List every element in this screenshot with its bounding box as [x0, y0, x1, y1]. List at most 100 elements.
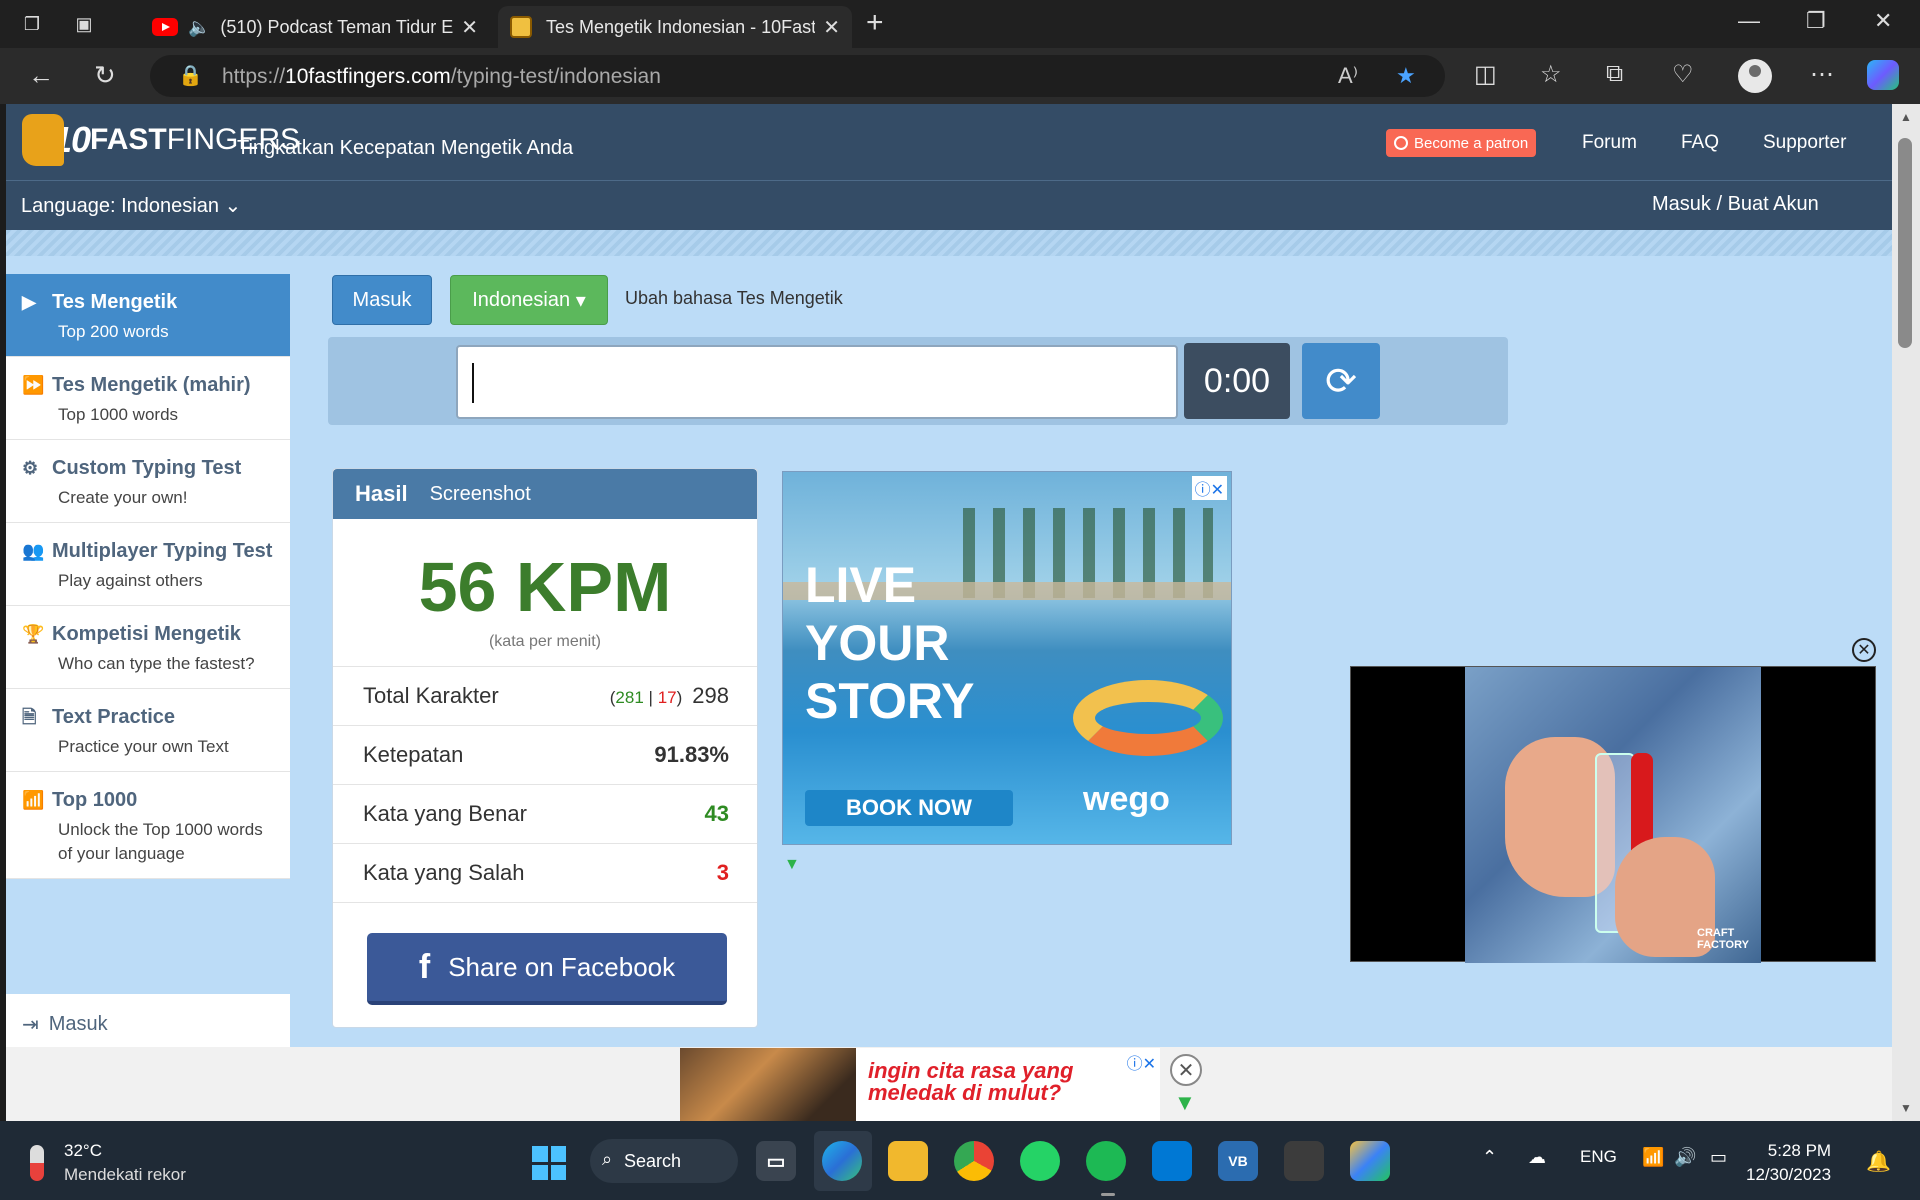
taskbar-clock[interactable]: 5:28 PM 12/30/2023	[1746, 1139, 1831, 1187]
header-stripe	[6, 230, 1892, 256]
onedrive-icon[interactable]: ☁	[1528, 1147, 1546, 1168]
split-screen-icon[interactable]: ◫	[1474, 60, 1497, 89]
battery-icon[interactable]: ▭	[1710, 1147, 1727, 1168]
vertical-tabs-icon[interactable]: ▣	[70, 10, 98, 38]
url-text[interactable]: https://10fastfingers.com/typing-test/in…	[222, 65, 661, 89]
visual-basic-icon[interactable]: VB	[1218, 1141, 1258, 1181]
collections-icon[interactable]: ⧉	[1606, 60, 1623, 88]
whatsapp-icon[interactable]	[1020, 1141, 1060, 1181]
notification-bell-icon[interactable]: 🔔	[1866, 1149, 1891, 1174]
more-menu-icon[interactable]: ⋯	[1810, 60, 1834, 89]
nav-supporter[interactable]: Supporter	[1763, 132, 1846, 154]
sidebar-item-custom-test[interactable]: ⚙ Custom Typing Test Create your own!	[6, 440, 290, 523]
sidebar-item-top-1000[interactable]: 📶 Top 1000 Unlock the Top 1000 words of y…	[6, 772, 290, 879]
restore-icon[interactable]: ❐	[1806, 8, 1826, 34]
unity-icon[interactable]	[1284, 1141, 1324, 1181]
ad-swim-ring	[1073, 680, 1223, 756]
close-tab-icon[interactable]: ✕	[823, 15, 840, 40]
scroll-up-icon[interactable]: ▲	[1900, 110, 1912, 124]
logo-hand-icon	[22, 114, 64, 166]
page-scrollbar[interactable]: ▲ ▼	[1892, 104, 1920, 1121]
close-window-icon[interactable]: ✕	[1874, 8, 1892, 34]
profile-avatar[interactable]	[1738, 59, 1772, 93]
edge-icon[interactable]	[822, 1141, 862, 1181]
reload-button[interactable]: ⟳	[1302, 343, 1380, 419]
ad-brand: wego	[1083, 780, 1170, 818]
ad-close-icon[interactable]: ⓘ✕	[1191, 476, 1227, 500]
volume-icon[interactable]: 🔊	[1674, 1147, 1696, 1168]
sidebar-login[interactable]: ⇥ Masuk	[6, 994, 290, 1054]
tab-screenshot[interactable]: Screenshot	[430, 483, 531, 506]
thermometer-icon	[30, 1145, 44, 1181]
scrollbar-thumb[interactable]	[1898, 138, 1912, 348]
vscode-icon[interactable]	[1152, 1141, 1192, 1181]
weather-widget[interactable]: 32°C Mendekati rekor	[30, 1141, 186, 1185]
refresh-icon[interactable]: ↻	[94, 60, 116, 90]
users-icon: 👥	[22, 541, 45, 561]
bottom-ad-text: ingin cita rasa yang meledak di mulut?	[868, 1058, 1074, 1105]
ad-book-now-button[interactable]: BOOK NOW	[805, 790, 1013, 826]
taskbar-search[interactable]: ⌕ Search	[590, 1139, 738, 1183]
task-view-icon[interactable]: ▭	[756, 1141, 796, 1181]
sidebar-item-typing-test[interactable]: ▶ Tes Mengetik Top 200 words	[6, 274, 290, 357]
become-patron-button[interactable]: Become a patron	[1386, 129, 1537, 157]
video-close-icon[interactable]: ✕	[1852, 638, 1876, 662]
back-icon[interactable]: ←	[28, 60, 54, 90]
address-bar[interactable]: 🔒 https://10fastfingers.com/typing-test/…	[150, 55, 1445, 97]
search-icon: ⌕	[602, 1149, 613, 1169]
result-row-accuracy: Ketepatan 91.83%	[333, 726, 757, 785]
tab-podcast[interactable]: 🔈 (510) Podcast Teman Tidur E ✕	[140, 6, 490, 48]
favorites-icon[interactable]: ☆	[1540, 60, 1562, 89]
workspaces-icon[interactable]: ❐	[18, 10, 46, 38]
start-button[interactable]	[532, 1146, 566, 1180]
floating-video-player[interactable]: CRAFT FACTORY	[1350, 666, 1876, 963]
video-brand: CRAFT FACTORY	[1697, 927, 1749, 951]
spotify-icon[interactable]	[1086, 1141, 1126, 1181]
tray-overflow-icon[interactable]: ⌃	[1482, 1147, 1497, 1168]
minimize-icon[interactable]: —	[1738, 8, 1760, 34]
nav-forum[interactable]: Forum	[1582, 132, 1637, 154]
browser-essentials-icon[interactable]: ♡	[1672, 60, 1694, 89]
login-register-link[interactable]: Masuk / Buat Akun	[1652, 193, 1819, 216]
sidebar-item-competition[interactable]: 🏆 Kompetisi Mengetik Who can type the fas…	[6, 606, 290, 689]
file-explorer-icon[interactable]	[888, 1141, 928, 1181]
share-facebook-button[interactable]: f Share on Facebook	[367, 933, 727, 1005]
new-tab-icon[interactable]: +	[866, 8, 884, 38]
nav-faq[interactable]: FAQ	[1681, 132, 1719, 154]
language-dropdown[interactable]: Language: Indonesian ⌄	[21, 193, 241, 218]
caret-down-icon: ▾	[575, 289, 586, 312]
browser-toolbar: ← ↻ 🔒 https://10fastfingers.com/typing-t…	[0, 48, 1920, 104]
sidebar-item-multiplayer[interactable]: 👥 Multiplayer Typing Test Play against ot…	[6, 523, 290, 606]
sidebar-item-text-practice[interactable]: 🗎 Text Practice Practice your own Text	[6, 689, 290, 772]
app-cube-icon[interactable]	[1350, 1141, 1390, 1181]
sidebar-item-advanced-test[interactable]: ⏩ Tes Mengetik (mahir) Top 1000 words	[6, 357, 290, 440]
play-icon: ▶	[22, 292, 36, 312]
favorite-star-icon[interactable]: ★	[1396, 63, 1416, 89]
lock-icon[interactable]: 🔒	[178, 63, 203, 88]
refresh-icon: ⟳	[1325, 360, 1357, 403]
bottom-advertisement[interactable]: ingin cita rasa yang meledak di mulut? ⓘ…	[680, 1048, 1160, 1121]
input-language[interactable]: ENG	[1580, 1147, 1617, 1167]
facebook-icon: f	[418, 947, 431, 986]
result-row-wrong-words: Kata yang Salah 3	[333, 844, 757, 903]
char-breakdown: (281 | 17) 298	[609, 683, 729, 708]
close-tab-icon[interactable]: ✕	[461, 15, 478, 40]
language-button[interactable]: Indonesian ▾	[450, 275, 608, 325]
ad-provider-icon[interactable]: ▼	[784, 856, 800, 874]
read-aloud-icon[interactable]: A⁾	[1338, 63, 1358, 89]
audio-playing-icon[interactable]: 🔈	[188, 17, 210, 38]
ad-provider-icon[interactable]: ▼	[1174, 1090, 1196, 1116]
ad-choices-icon[interactable]: ⓘ✕	[1127, 1050, 1156, 1074]
wifi-icon[interactable]: 📶	[1642, 1147, 1664, 1168]
typing-input[interactable]	[456, 345, 1178, 419]
tab-result[interactable]: Hasil	[355, 481, 408, 507]
chrome-icon[interactable]	[954, 1141, 994, 1181]
ad-headline: LIVE YOUR STORY	[805, 557, 975, 729]
scroll-down-icon[interactable]: ▼	[1900, 1101, 1912, 1115]
bottom-ad-close-icon[interactable]: ✕	[1170, 1054, 1202, 1086]
copilot-icon[interactable]	[1867, 60, 1899, 90]
login-button[interactable]: Masuk	[332, 275, 432, 325]
advertisement-banner[interactable]: LIVE YOUR STORY BOOK NOW wego ⓘ✕	[782, 471, 1232, 845]
tab-typing-test[interactable]: Tes Mengetik Indonesian - 10Fast ✕	[498, 6, 852, 48]
site-header: 10 FASTFINGERS Tingkatkan Kecepatan Meng…	[6, 104, 1892, 230]
